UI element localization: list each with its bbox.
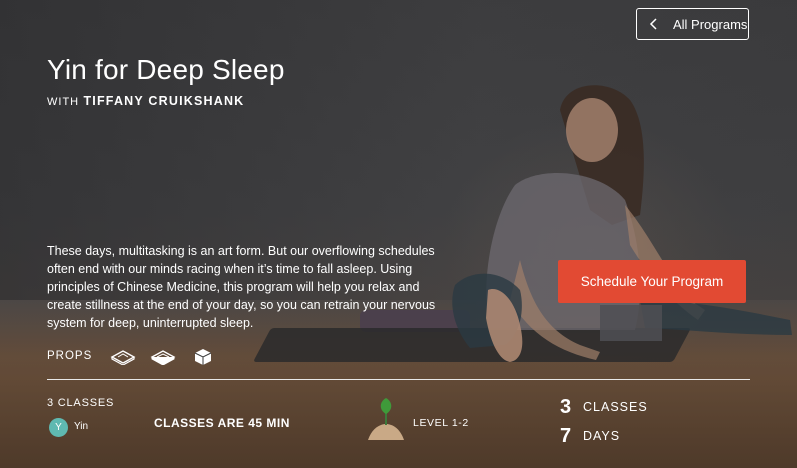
chevron-left-icon [649, 18, 657, 30]
sprout-icon [368, 398, 404, 440]
bolster-icon [110, 350, 136, 365]
schedule-program-button[interactable]: Schedule Your Program [558, 260, 746, 303]
days-stat-label: DAYS [583, 429, 621, 443]
days-stat-number: 7 [560, 425, 572, 447]
yoga-style-badge[interactable]: Y [49, 418, 68, 437]
all-programs-label: All Programs [673, 16, 748, 32]
instructor-name[interactable]: TIFFANY CRUIKSHANK [83, 94, 244, 108]
class-duration: CLASSES ARE 45 MIN [154, 416, 290, 430]
level-label: LEVEL 1-2 [413, 417, 469, 429]
classes-stat-number: 3 [560, 396, 572, 418]
instructor-line: WITH TIFFANY CRUIKSHANK [47, 94, 244, 108]
all-programs-button[interactable]: All Programs [636, 8, 749, 40]
classes-count: 3 CLASSES [47, 397, 115, 409]
program-description: These days, multitasking is an art form.… [47, 244, 436, 330]
props-row: PROPS [47, 347, 230, 365]
program-hero: All Programs Yin for Deep Sleep WITH TIF… [0, 0, 797, 468]
divider [47, 379, 750, 380]
props-label: PROPS [47, 350, 93, 362]
yoga-style-name: Yin [74, 421, 89, 432]
blanket-icon [150, 350, 176, 365]
block-icon [195, 349, 212, 365]
program-title: Yin for Deep Sleep [47, 54, 285, 85]
with-label: WITH [47, 96, 80, 108]
classes-stat-label: CLASSES [583, 400, 648, 414]
